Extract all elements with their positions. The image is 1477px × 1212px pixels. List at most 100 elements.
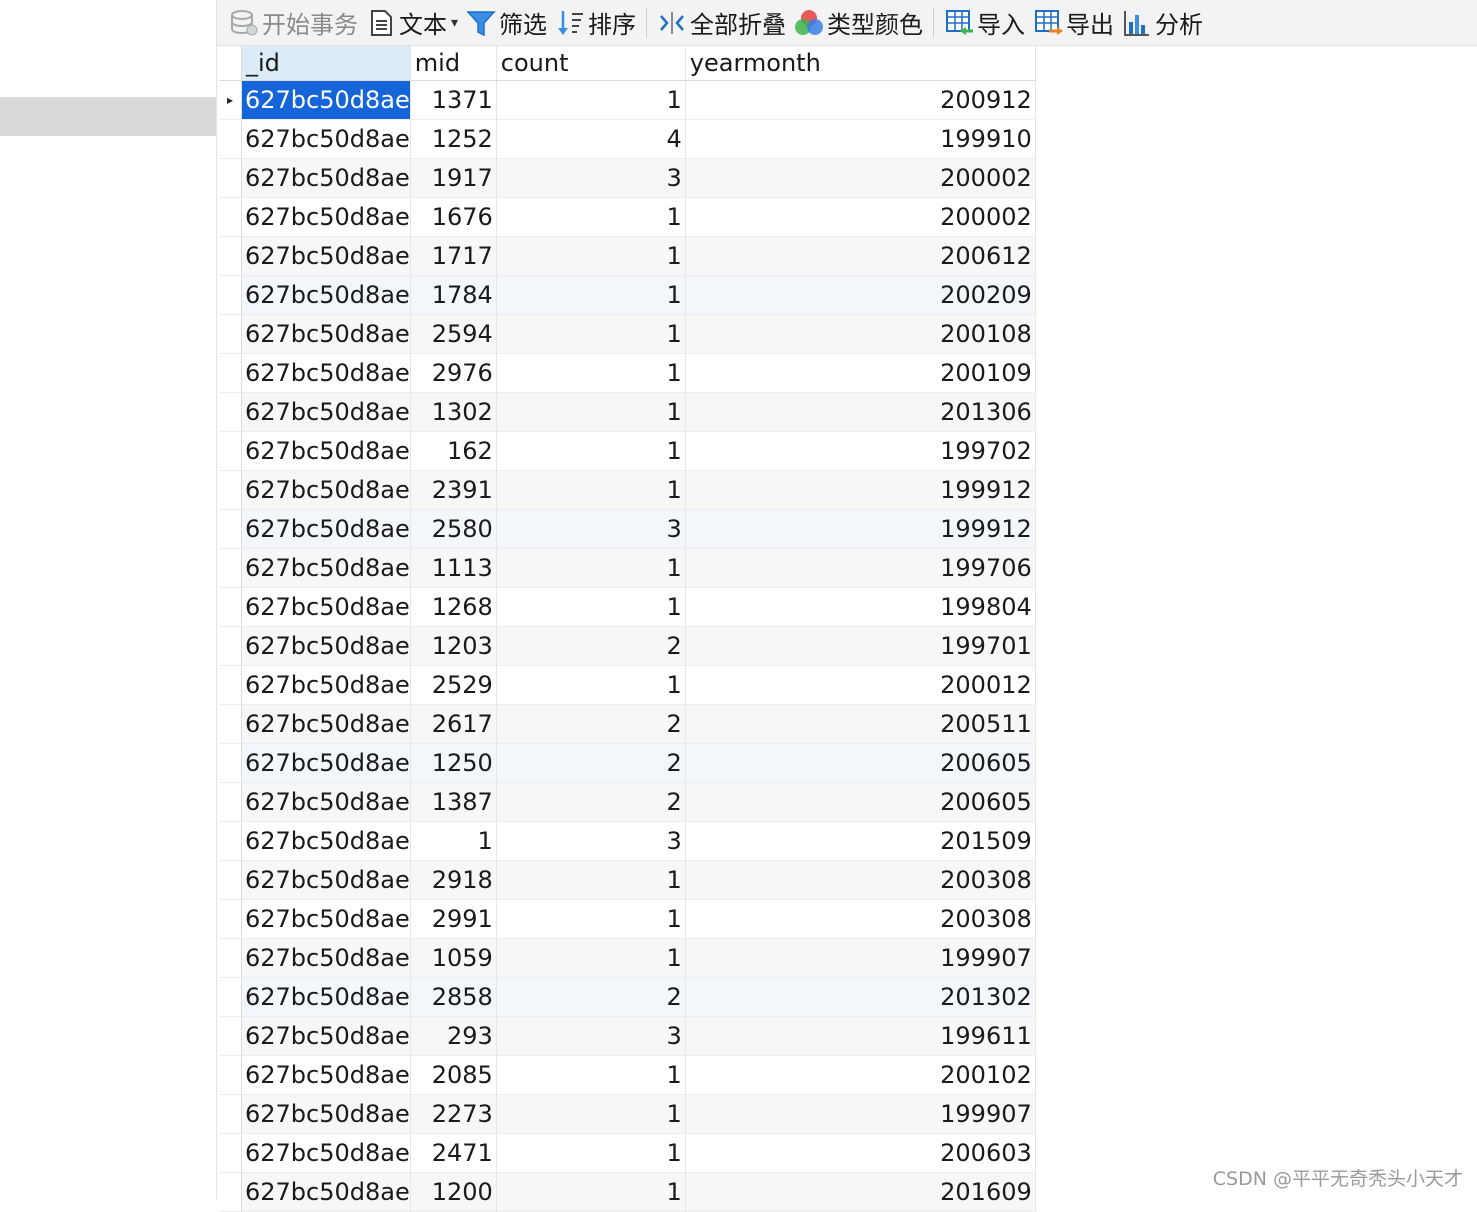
cell-yearmonth[interactable]: 199912 bbox=[685, 470, 1036, 510]
filter-button[interactable]: 筛选 bbox=[462, 3, 551, 43]
table-row[interactable]: 627bc50d8ae 1784 1 200209 bbox=[219, 275, 1036, 315]
row-indicator[interactable] bbox=[219, 665, 242, 705]
cell-id[interactable]: 627bc50d8ae bbox=[241, 626, 411, 666]
cell-id[interactable]: 627bc50d8ae bbox=[241, 1133, 411, 1173]
cell-count[interactable]: 1 bbox=[496, 1172, 686, 1212]
row-indicator[interactable] bbox=[219, 1055, 242, 1095]
cell-yearmonth[interactable]: 200109 bbox=[685, 353, 1036, 393]
table-row[interactable]: 627bc50d8ae 1387 2 200605 bbox=[219, 782, 1036, 822]
table-row[interactable]: 627bc50d8ae 1717 1 200612 bbox=[219, 236, 1036, 276]
begin-transaction-button[interactable]: 开始事务 bbox=[225, 3, 362, 43]
cell-id[interactable]: 627bc50d8ae bbox=[241, 665, 411, 705]
cell-yearmonth[interactable]: 200603 bbox=[685, 1133, 1036, 1173]
cell-id[interactable]: 627bc50d8ae bbox=[241, 704, 411, 744]
cell-yearmonth[interactable]: 199910 bbox=[685, 119, 1036, 159]
table-row[interactable]: 627bc50d8ae 1676 1 200002 bbox=[219, 197, 1036, 237]
table-row[interactable]: 627bc50d8ae 2471 1 200603 bbox=[219, 1133, 1036, 1173]
cell-id[interactable]: 627bc50d8ae bbox=[241, 470, 411, 510]
cell-yearmonth[interactable]: 199804 bbox=[685, 587, 1036, 627]
row-indicator[interactable] bbox=[219, 392, 242, 432]
column-header-mid[interactable]: mid bbox=[410, 46, 497, 81]
cell-count[interactable]: 2 bbox=[496, 626, 686, 666]
type-color-button[interactable]: 类型颜色 bbox=[790, 3, 927, 43]
cell-yearmonth[interactable]: 200511 bbox=[685, 704, 1036, 744]
row-indicator[interactable] bbox=[219, 158, 242, 198]
row-indicator[interactable] bbox=[219, 1016, 242, 1056]
row-indicator[interactable] bbox=[219, 860, 242, 900]
cell-mid[interactable]: 1676 bbox=[410, 197, 497, 237]
cell-mid[interactable]: 2273 bbox=[410, 1094, 497, 1134]
export-button[interactable]: 导出 bbox=[1029, 3, 1118, 43]
cell-yearmonth[interactable]: 200605 bbox=[685, 743, 1036, 783]
cell-count[interactable]: 1 bbox=[496, 548, 686, 588]
cell-count[interactable]: 3 bbox=[496, 1016, 686, 1056]
cell-count[interactable]: 1 bbox=[496, 860, 686, 900]
row-indicator[interactable] bbox=[219, 938, 242, 978]
row-indicator[interactable] bbox=[219, 236, 242, 276]
table-row[interactable]: 627bc50d8ae 1203 2 199701 bbox=[219, 626, 1036, 666]
cell-id[interactable]: 627bc50d8ae bbox=[241, 1172, 411, 1212]
cell-count[interactable]: 1 bbox=[496, 275, 686, 315]
cell-yearmonth[interactable]: 199701 bbox=[685, 626, 1036, 666]
cell-id[interactable]: 627bc50d8ae bbox=[241, 1055, 411, 1095]
cell-count[interactable]: 3 bbox=[496, 821, 686, 861]
cell-mid[interactable]: 2976 bbox=[410, 353, 497, 393]
cell-mid[interactable]: 2617 bbox=[410, 704, 497, 744]
row-indicator[interactable]: ▸ bbox=[219, 80, 242, 120]
cell-id[interactable]: 627bc50d8ae bbox=[241, 392, 411, 432]
row-indicator[interactable] bbox=[219, 470, 242, 510]
row-indicator[interactable] bbox=[219, 197, 242, 237]
row-indicator[interactable] bbox=[219, 1133, 242, 1173]
table-row[interactable]: 627bc50d8ae 2594 1 200108 bbox=[219, 314, 1036, 354]
cell-mid[interactable]: 2594 bbox=[410, 314, 497, 354]
cell-yearmonth[interactable]: 201609 bbox=[685, 1172, 1036, 1212]
cell-count[interactable]: 1 bbox=[496, 587, 686, 627]
table-row[interactable]: 627bc50d8ae 1250 2 200605 bbox=[219, 743, 1036, 783]
cell-id[interactable]: 627bc50d8ae bbox=[241, 431, 411, 471]
cell-mid[interactable]: 1 bbox=[410, 821, 497, 861]
analyze-button[interactable]: 分析 bbox=[1118, 3, 1207, 43]
cell-yearmonth[interactable]: 199702 bbox=[685, 431, 1036, 471]
cell-count[interactable]: 1 bbox=[496, 197, 686, 237]
cell-count[interactable]: 1 bbox=[496, 665, 686, 705]
cell-yearmonth[interactable]: 199912 bbox=[685, 509, 1036, 549]
cell-id[interactable]: 627bc50d8ae bbox=[241, 1094, 411, 1134]
row-indicator[interactable] bbox=[219, 119, 242, 159]
row-indicator[interactable] bbox=[219, 314, 242, 354]
row-indicator[interactable] bbox=[219, 626, 242, 666]
table-row[interactable]: 627bc50d8ae 1200 1 201609 bbox=[219, 1172, 1036, 1212]
table-row[interactable]: 627bc50d8ae 2085 1 200102 bbox=[219, 1055, 1036, 1095]
cell-count[interactable]: 2 bbox=[496, 743, 686, 783]
cell-mid[interactable]: 1371 bbox=[410, 80, 497, 120]
cell-yearmonth[interactable]: 200308 bbox=[685, 860, 1036, 900]
cell-yearmonth[interactable]: 199907 bbox=[685, 1094, 1036, 1134]
cell-id[interactable]: 627bc50d8ae bbox=[241, 548, 411, 588]
cell-mid[interactable]: 1784 bbox=[410, 275, 497, 315]
cell-mid[interactable]: 2529 bbox=[410, 665, 497, 705]
cell-id[interactable]: 627bc50d8ae bbox=[241, 821, 411, 861]
row-indicator[interactable] bbox=[219, 353, 242, 393]
row-indicator[interactable] bbox=[219, 821, 242, 861]
cell-id[interactable]: 627bc50d8ae bbox=[241, 119, 411, 159]
cell-mid[interactable]: 1250 bbox=[410, 743, 497, 783]
row-indicator[interactable] bbox=[219, 587, 242, 627]
cell-yearmonth[interactable]: 201302 bbox=[685, 977, 1036, 1017]
cell-mid[interactable]: 293 bbox=[410, 1016, 497, 1056]
cell-yearmonth[interactable]: 200002 bbox=[685, 197, 1036, 237]
cell-id[interactable]: 627bc50d8ae bbox=[241, 743, 411, 783]
row-indicator[interactable] bbox=[219, 899, 242, 939]
import-button[interactable]: 导入 bbox=[940, 3, 1029, 43]
row-indicator[interactable] bbox=[219, 704, 242, 744]
row-indicator[interactable] bbox=[219, 548, 242, 588]
collapse-all-button[interactable]: 全部折叠 bbox=[653, 3, 790, 43]
table-row[interactable]: 627bc50d8ae 1113 1 199706 bbox=[219, 548, 1036, 588]
table-row[interactable]: 627bc50d8ae 293 3 199611 bbox=[219, 1016, 1036, 1056]
cell-mid[interactable]: 2991 bbox=[410, 899, 497, 939]
cell-id[interactable]: 627bc50d8ae bbox=[241, 782, 411, 822]
cell-count[interactable]: 3 bbox=[496, 158, 686, 198]
table-row[interactable]: 627bc50d8ae 1302 1 201306 bbox=[219, 392, 1036, 432]
cell-mid[interactable]: 2918 bbox=[410, 860, 497, 900]
cell-yearmonth[interactable]: 200209 bbox=[685, 275, 1036, 315]
table-row[interactable]: 627bc50d8ae 1059 1 199907 bbox=[219, 938, 1036, 978]
cell-mid[interactable]: 2858 bbox=[410, 977, 497, 1017]
